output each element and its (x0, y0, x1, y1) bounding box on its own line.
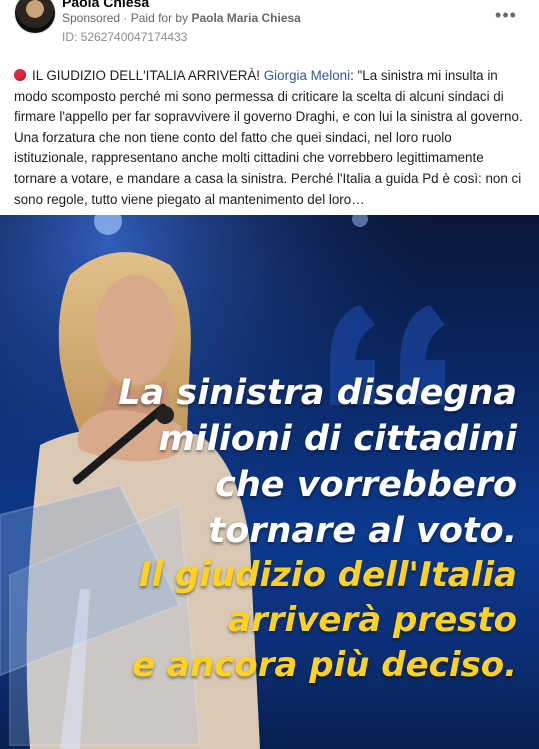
headline-line-5: Il giudizio dell'Italia (138, 555, 517, 595)
post-image[interactable]: La sinistra disdegna milioni di cittadin… (0, 215, 539, 749)
page-name-link[interactable]: Paola Chiesa (62, 0, 149, 10)
headline-line-7: e ancora più deciso. (132, 645, 517, 685)
caption-lead: IL GIUDIZIO DELL'ITALIA ARRIVERÀ! (32, 68, 261, 83)
headline-line-4: tornare al voto. (208, 511, 518, 551)
page-avatar[interactable] (14, 0, 56, 34)
headline-line-1: La sinistra disdegna (118, 373, 517, 413)
headline-line-2: milioni di cittadini (158, 419, 517, 459)
mention-link[interactable]: Giorgia Meloni (264, 68, 350, 83)
ad-id: ID: 5262740047174433 (62, 30, 188, 44)
more-options-button[interactable]: ••• (490, 4, 522, 26)
post-caption: IL GIUDIZIO DELL'ITALIA ARRIVERÀ! Giorgi… (14, 66, 526, 210)
red-circle-icon (14, 69, 26, 81)
more-horizontal-icon: ••• (495, 5, 517, 25)
headline-line-6: arriverà presto (228, 600, 517, 640)
sponsorship-line: Sponsored · Paid for by Paola Maria Chie… (62, 11, 301, 25)
caption-body: : "La sinistra mi insulta in modo scompo… (14, 68, 523, 207)
sponsored-post-card: Paola Chiesa Sponsored · Paid for by Pao… (0, 0, 539, 749)
paid-for-name[interactable]: Paola Maria Chiesa (191, 11, 300, 25)
sponsored-label[interactable]: Sponsored (62, 11, 120, 25)
headline-line-3: che vorrebbero (215, 465, 517, 505)
meta-separator: · (123, 11, 128, 25)
paid-for-prefix: Paid for by (130, 11, 189, 25)
